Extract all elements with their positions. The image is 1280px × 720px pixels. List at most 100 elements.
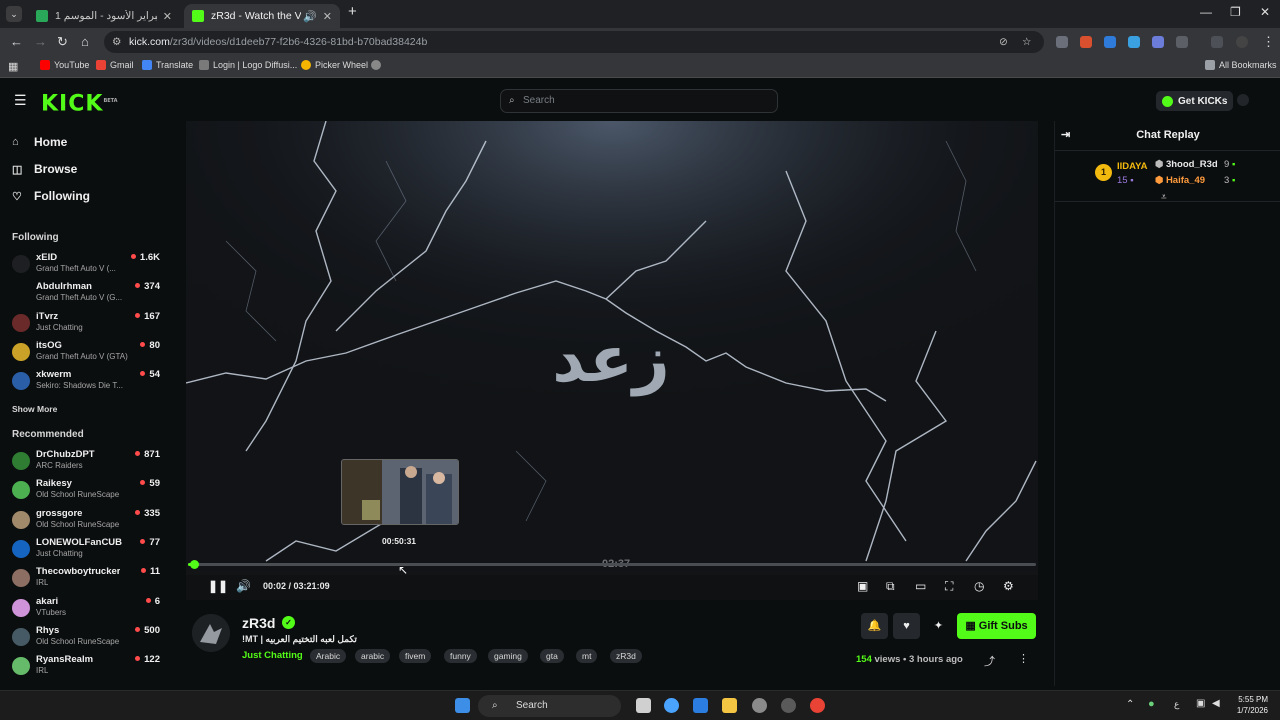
browser-tab-1[interactable]: zR3d - Watch the VOD on Kick 🔊 ✕ (184, 4, 340, 28)
close-icon[interactable]: ✕ (323, 10, 332, 23)
file-explorer-icon[interactable] (722, 698, 737, 713)
tag-chip[interactable]: gta (540, 649, 564, 663)
extension-icon[interactable] (1080, 36, 1092, 48)
puzzle-icon[interactable] (1176, 36, 1188, 48)
user-avatar[interactable] (1237, 94, 1249, 106)
gifter-name[interactable]: ⬢ 3hood_R3d (1155, 159, 1218, 170)
category-link[interactable]: Just Chatting (242, 650, 303, 661)
volume-icon[interactable]: 🔊 (236, 579, 251, 593)
following-channel-row[interactable]: iTvrz Just Chatting 167 (12, 311, 160, 339)
tag-chip[interactable]: mt (576, 649, 598, 663)
copilot-icon[interactable] (664, 698, 679, 713)
clip-icon[interactable]: ⧉ (886, 579, 895, 594)
forward-icon[interactable]: → (34, 34, 47, 49)
recommended-channel-row[interactable]: LONEWOLFanCUB Just Chatting 77 (12, 537, 160, 565)
nav-following[interactable]: ♡ Following (12, 189, 90, 203)
theater-mode-icon[interactable]: ▭ (915, 579, 926, 593)
maximize-button[interactable]: ❐ (1230, 5, 1241, 19)
home-icon[interactable]: ⌂ (81, 34, 89, 49)
get-kicks-button[interactable]: Get KICKs (1156, 91, 1234, 111)
store-icon[interactable] (693, 698, 708, 713)
share-icon[interactable]: ⤴ (984, 653, 995, 669)
channel-avatar[interactable] (192, 614, 230, 652)
extension-icon[interactable] (1152, 36, 1164, 48)
browser-tab-0[interactable]: شاهد فبراير الأسود - الموسم 1 ✕ (28, 4, 180, 28)
seek-bar[interactable] (188, 560, 1036, 569)
following-channel-row[interactable]: Abdulrhman Grand Theft Auto V (G... 374 (12, 281, 160, 309)
recommended-channel-row[interactable]: grossgore Old School RuneScape 335 (12, 508, 160, 536)
nav-home[interactable]: ⌂ Home (12, 135, 67, 149)
eye-off-icon[interactable]: ⊘ (999, 31, 1008, 53)
bookmark-picker-wheel[interactable]: Picker Wheel (301, 60, 368, 70)
show-more-link[interactable]: Show More (12, 404, 57, 414)
gifter-name[interactable]: ⬢ Haifa_49 (1155, 175, 1205, 186)
video-player[interactable]: زعد 00:50:31 02:37 ↖ ❚❚ 🔊 00:02 / 03:21:… (186, 121, 1038, 600)
site-info-icon[interactable]: ⚙ (112, 31, 121, 53)
close-window-button[interactable]: ✕ (1260, 5, 1270, 19)
network-icon[interactable]: ▣ (1196, 698, 1205, 709)
kick-logo[interactable]: KICKBETA (41, 91, 118, 115)
apps-grid-icon[interactable]: ▦ (8, 60, 18, 73)
notifications-bell-button[interactable]: 🔔 (861, 613, 888, 639)
channel-name[interactable]: zR3d (242, 615, 275, 631)
microphone-icon[interactable]: ● (1148, 698, 1155, 710)
app-icon[interactable] (781, 698, 796, 713)
audio-icon[interactable]: 🔊 (303, 10, 317, 23)
close-icon[interactable]: ✕ (163, 10, 172, 23)
recommended-channel-row[interactable]: akari VTubers 6 (12, 596, 160, 624)
following-channel-row[interactable]: xEID Grand Theft Auto V (... 1.6K (12, 252, 160, 280)
tag-chip[interactable]: zR3d (610, 649, 642, 663)
new-tab-button[interactable]: + (348, 3, 357, 20)
reload-icon[interactable]: ↻ (57, 34, 68, 50)
back-icon[interactable]: ← (10, 34, 23, 49)
url-bar[interactable]: ⚙ kick.com/zr3d/videos/d1deeb77-f2b6-432… (104, 31, 1044, 53)
hamburger-menu-icon[interactable]: ☰ (14, 92, 27, 109)
bookmark-translate[interactable]: Translate (142, 60, 193, 70)
tray-chevron-icon[interactable]: ⌃ (1126, 699, 1134, 710)
settings-gear-icon[interactable] (752, 698, 767, 713)
pause-icon[interactable]: ❚❚ (208, 579, 228, 593)
extension-icon[interactable] (1104, 36, 1116, 48)
collapse-chat-icon[interactable]: ⇥ (1061, 121, 1070, 149)
task-view-icon[interactable] (636, 698, 651, 713)
tag-chip[interactable]: fivem (399, 649, 432, 663)
all-bookmarks[interactable]: All Bookmarks (1205, 60, 1277, 70)
tab-search-icon[interactable]: ⌄ (6, 6, 22, 22)
bookmark-globe[interactable] (371, 60, 385, 70)
sparkle-button[interactable]: ✦ (925, 613, 952, 639)
extension-icon[interactable] (1128, 36, 1140, 48)
more-options-icon[interactable]: ⋮ (1018, 652, 1029, 665)
follow-heart-button[interactable]: ♥ (893, 613, 920, 639)
tag-chip[interactable]: funny (444, 649, 477, 663)
settings-gear-icon[interactable]: ⚙ (1003, 579, 1014, 593)
extension-icon[interactable] (1056, 36, 1068, 48)
recommended-channel-row[interactable]: Thecowboytrucker IRL 11 (12, 566, 160, 594)
following-channel-row[interactable]: itsOG Grand Theft Auto V (GTA) 80 (12, 340, 160, 368)
windows-start-icon[interactable] (455, 698, 470, 713)
search-input[interactable]: ⌕ Search (500, 89, 778, 113)
menu-icon[interactable]: ⋮ (1262, 34, 1275, 50)
speaker-icon[interactable]: ◀ (1212, 698, 1220, 709)
gift-subs-button[interactable]: ▦ Gift Subs (957, 613, 1036, 639)
miniplayer-icon[interactable]: ▣ (857, 579, 868, 593)
chrome-icon[interactable] (810, 698, 825, 713)
language-icon[interactable]: ع (1174, 699, 1179, 710)
top-gifter-name[interactable]: IIDAYA (1117, 161, 1147, 172)
bookmark-star-icon[interactable]: ☆ (1022, 31, 1031, 53)
following-channel-row[interactable]: xkwerm Sekiro: Shadows Die T... 54 (12, 369, 160, 397)
system-clock[interactable]: 5:55 PM 1/7/2026 (1224, 694, 1268, 716)
fullscreen-icon[interactable]: ⛶ (945, 579, 953, 594)
minimize-button[interactable]: — (1200, 5, 1212, 19)
recommended-channel-row[interactable]: Raikesy Old School RuneScape 59 (12, 478, 160, 506)
tag-chip[interactable]: arabic (355, 649, 391, 663)
recommended-channel-row[interactable]: RyansRealm IRL 122 (12, 654, 160, 682)
profile-avatar[interactable] (1236, 36, 1248, 48)
bookmark-gmail[interactable]: Gmail (96, 60, 134, 70)
bookmark-youtube[interactable]: YouTube (40, 60, 89, 70)
recommended-channel-row[interactable]: DrChubzDPT ARC Raiders 871 (12, 449, 160, 477)
recommended-channel-row[interactable]: Rhys Old School RuneScape 500 (12, 625, 160, 653)
tag-chip[interactable]: gaming (488, 649, 528, 663)
taskbar-search[interactable]: ⌕ Search (478, 695, 621, 717)
media-icon[interactable] (1211, 36, 1223, 48)
video-frame[interactable]: زعد (186, 121, 1038, 571)
